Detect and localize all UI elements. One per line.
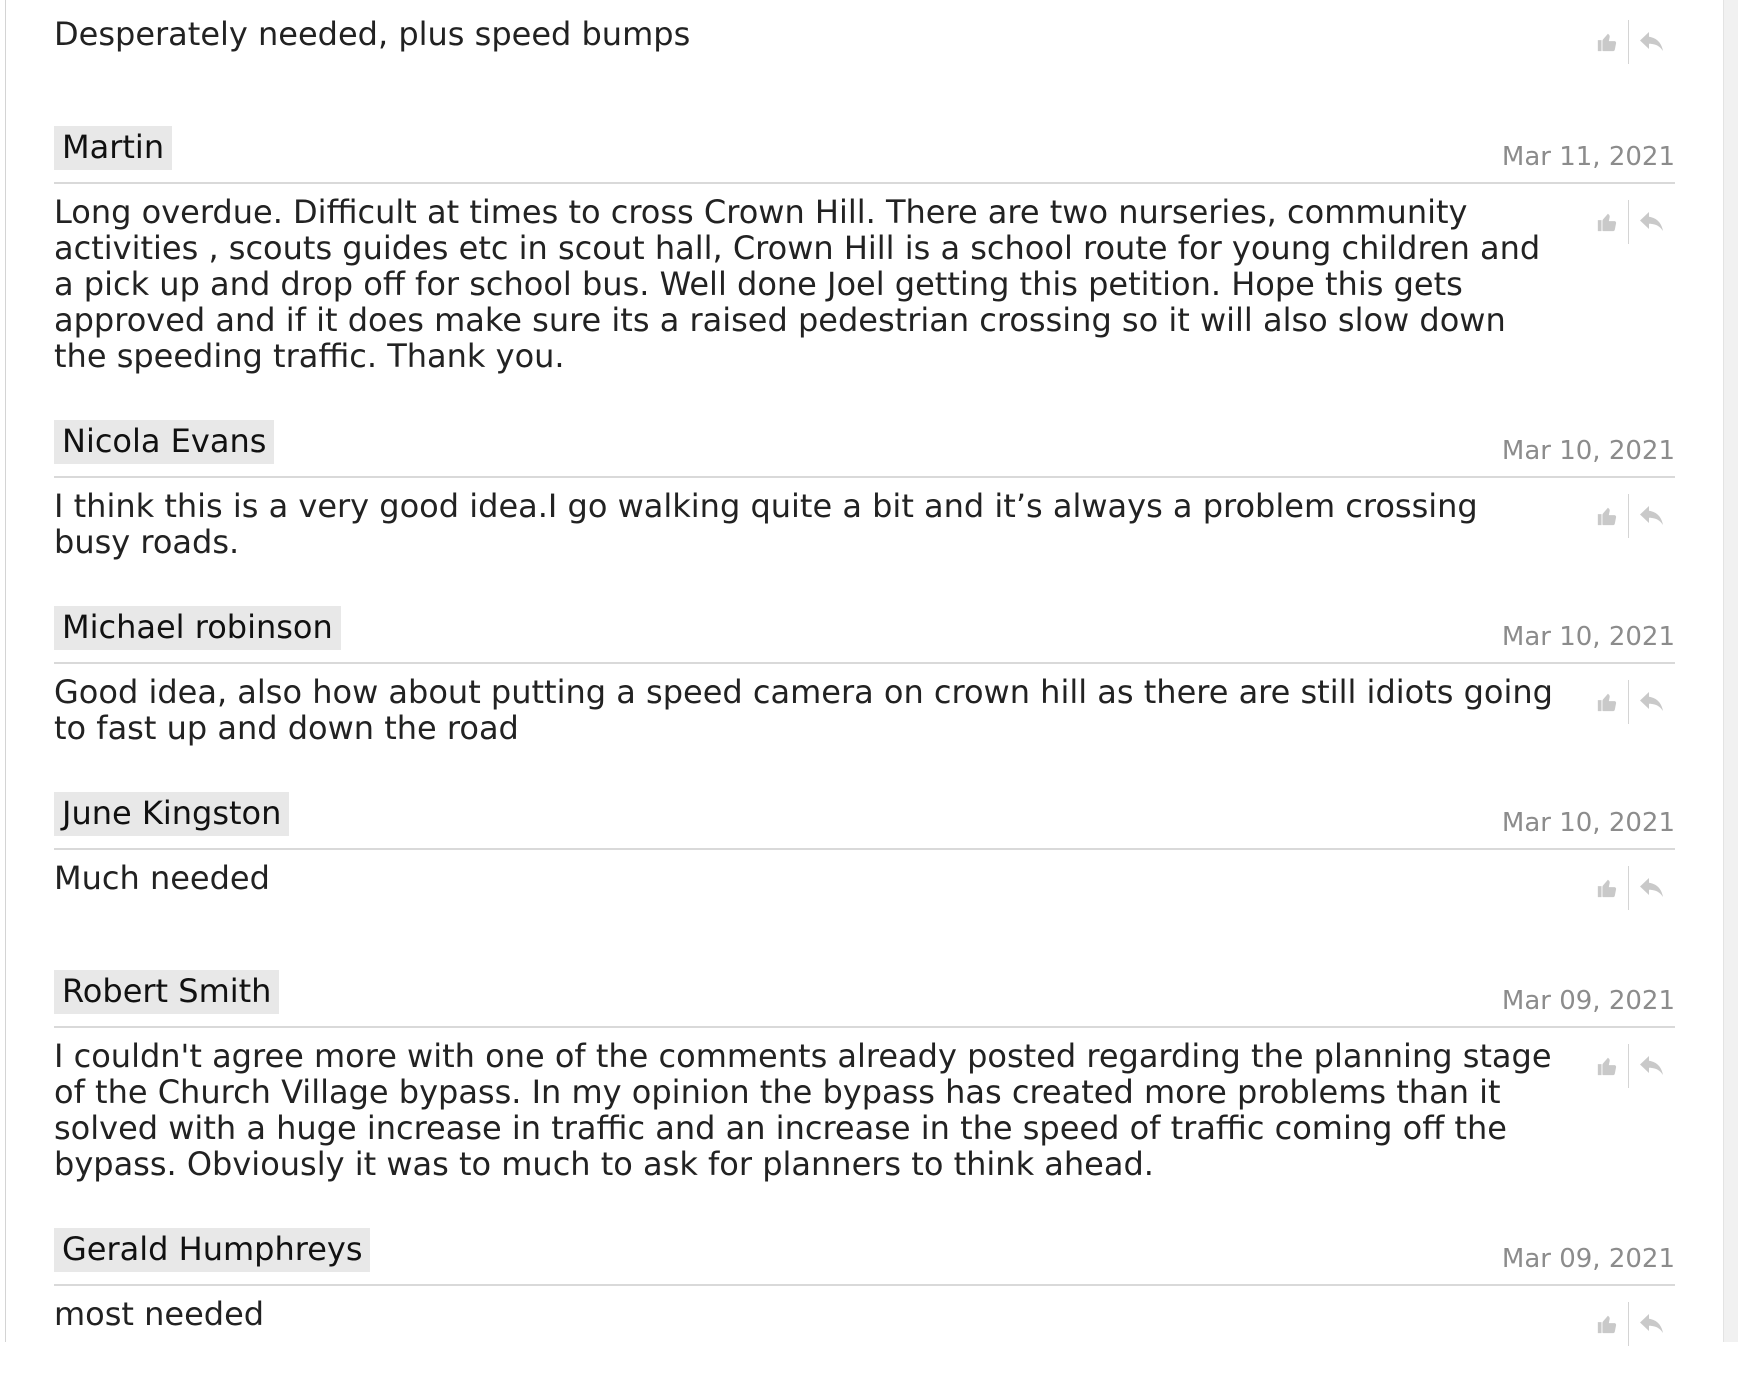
actions-divider — [1628, 1302, 1629, 1346]
comment-date: Mar 09, 2021 — [1501, 986, 1675, 1016]
comment-actions — [1592, 494, 1667, 538]
comment-item: Robert Smith Mar 09, 2021 I couldn't agree… — [54, 962, 1675, 1182]
comment-text: Desperately needed, plus speed bumps — [54, 15, 691, 53]
comment-author: Gerald Humphreys — [54, 1228, 371, 1272]
comment-actions — [1592, 866, 1667, 910]
thumbs-up-icon[interactable] — [1592, 1051, 1622, 1081]
reply-arrow-icon[interactable] — [1637, 1309, 1667, 1339]
comment-text: Much needed — [54, 859, 270, 897]
comment-date: Mar 10, 2021 — [1501, 622, 1675, 652]
comment-actions — [1592, 200, 1667, 244]
actions-divider — [1628, 680, 1629, 724]
actions-divider — [1628, 20, 1629, 64]
comment-item: Gerald Humphreys Mar 09, 2021 most needed — [54, 1220, 1675, 1360]
comment-text: Long overdue. Difficult at times to cros… — [54, 193, 1541, 375]
thumbs-up-icon[interactable] — [1592, 873, 1622, 903]
comment-text: I think this is a very good idea.I go wa… — [54, 487, 1478, 561]
thumbs-up-icon[interactable] — [1592, 1309, 1622, 1339]
comments-list: Desperately needed, plus speed bumps Mar… — [54, 0, 1675, 1398]
comment-body: Good idea, also how about putting a spee… — [54, 664, 1675, 746]
thumbs-up-icon[interactable] — [1592, 501, 1622, 531]
comment-author: Michael robinson — [54, 606, 341, 650]
actions-divider — [1628, 200, 1629, 244]
comment-header: Martin Mar 11, 2021 — [54, 118, 1675, 184]
thumbs-up-icon[interactable] — [1592, 687, 1622, 717]
comment-item: Michael robinson Mar 10, 2021 Good idea, a… — [54, 598, 1675, 746]
comment-item: Desperately needed, plus speed bumps — [54, 0, 1675, 80]
comment-text: I couldn't agree more with one of the co… — [54, 1037, 1552, 1183]
thumbs-up-icon[interactable] — [1592, 27, 1622, 57]
comment-item: Nicola Evans Mar 10, 2021 I think this is … — [54, 412, 1675, 560]
comment-header: Nicola Evans Mar 10, 2021 — [54, 412, 1675, 478]
reply-arrow-icon[interactable] — [1637, 27, 1667, 57]
comment-author: Robert Smith — [54, 970, 280, 1014]
comment-text: most needed — [54, 1295, 265, 1333]
comment-actions — [1592, 680, 1667, 724]
reply-arrow-icon[interactable] — [1637, 1051, 1667, 1081]
page-border-left — [5, 0, 6, 1342]
comment-header: Michael robinson Mar 10, 2021 — [54, 598, 1675, 664]
comment-body: Long overdue. Difficult at times to cros… — [54, 184, 1675, 374]
reply-arrow-icon[interactable] — [1637, 207, 1667, 237]
comment-actions — [1592, 1044, 1667, 1088]
actions-divider — [1628, 494, 1629, 538]
comment-date: Mar 09, 2021 — [1501, 1244, 1675, 1274]
comment-header: June Kingston Mar 10, 2021 — [54, 784, 1675, 850]
comment-author: Nicola Evans — [54, 420, 275, 464]
reply-arrow-icon[interactable] — [1637, 501, 1667, 531]
actions-divider — [1628, 1044, 1629, 1088]
thumbs-up-icon[interactable] — [1592, 207, 1622, 237]
comment-date: Mar 10, 2021 — [1501, 436, 1675, 466]
comment-actions — [1592, 1302, 1667, 1346]
actions-divider — [1628, 866, 1629, 910]
comment-text: Good idea, also how about putting a spee… — [54, 673, 1553, 747]
comment-item: June Kingston Mar 10, 2021 Much needed — [54, 784, 1675, 924]
comment-body: Desperately needed, plus speed bumps — [54, 0, 1675, 80]
scrollbar-track[interactable] — [1723, 0, 1738, 1342]
comment-date: Mar 10, 2021 — [1501, 808, 1675, 838]
reply-arrow-icon[interactable] — [1637, 687, 1667, 717]
comment-body: I think this is a very good idea.I go wa… — [54, 478, 1675, 560]
comment-body: I couldn't agree more with one of the co… — [54, 1028, 1675, 1182]
comment-header: Gerald Humphreys Mar 09, 2021 — [54, 1220, 1675, 1286]
comment-author: Martin — [54, 126, 173, 170]
comment-actions — [1592, 20, 1667, 64]
reply-arrow-icon[interactable] — [1637, 873, 1667, 903]
comment-date: Mar 11, 2021 — [1501, 142, 1675, 172]
comment-body: most needed — [54, 1286, 1675, 1360]
comment-author: June Kingston — [54, 792, 290, 836]
comment-item: Martin Mar 11, 2021 Long overdue. Difficul… — [54, 118, 1675, 374]
comment-header: Robert Smith Mar 09, 2021 — [54, 962, 1675, 1028]
comment-body: Much needed — [54, 850, 1675, 924]
